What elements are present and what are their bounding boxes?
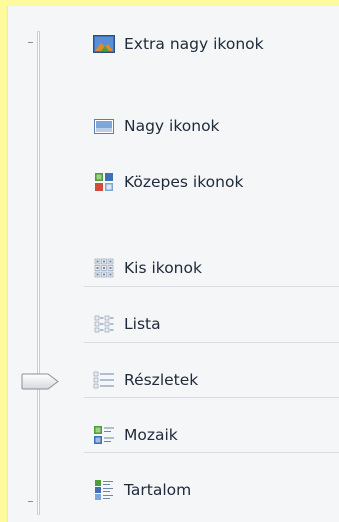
menu-item-label: Részletek [124,371,199,389]
menu-separator [84,452,339,453]
extra-large-icons-icon [92,33,116,55]
menu-item-details[interactable]: Részletek [92,364,198,396]
tiles-icon [92,424,116,446]
menu-item-label: Nagy ikonok [124,117,220,135]
view-size-slider-track[interactable] [37,31,40,515]
menu-item-list[interactable]: Lista [92,308,161,340]
large-icons-icon [92,115,116,137]
menu-item-label: Tartalom [124,481,192,499]
menu-separator [84,397,339,398]
slider-tick [28,501,33,502]
menu-item-extra-large-icons[interactable]: Extra nagy ikonok [92,28,264,60]
view-size-slider-thumb[interactable] [21,373,59,390]
menu-item-small-icons[interactable]: Kis ikonok [92,252,202,284]
menu-item-large-icons[interactable]: Nagy ikonok [92,110,220,142]
menu-item-label: Lista [124,315,161,333]
small-icons-icon [92,257,116,279]
slider-tick [28,42,33,43]
menu-item-medium-icons[interactable]: Közepes ikonok [92,166,243,198]
menu-item-label: Mozaik [124,426,178,444]
content-icon [92,479,116,501]
menu-item-label: Kis ikonok [124,259,202,277]
view-size-menu: Extra nagy ikonok Nagy ikonok Közepes ik… [7,6,339,522]
menu-item-content[interactable]: Tartalom [92,474,191,506]
list-icon [92,313,116,335]
details-icon [92,369,116,391]
menu-item-tiles[interactable]: Mozaik [92,419,178,451]
menu-item-label: Közepes ikonok [124,173,244,191]
menu-separator [84,286,339,287]
menu-item-label: Extra nagy ikonok [124,35,264,53]
medium-icons-icon [92,171,116,193]
menu-separator [84,342,339,343]
